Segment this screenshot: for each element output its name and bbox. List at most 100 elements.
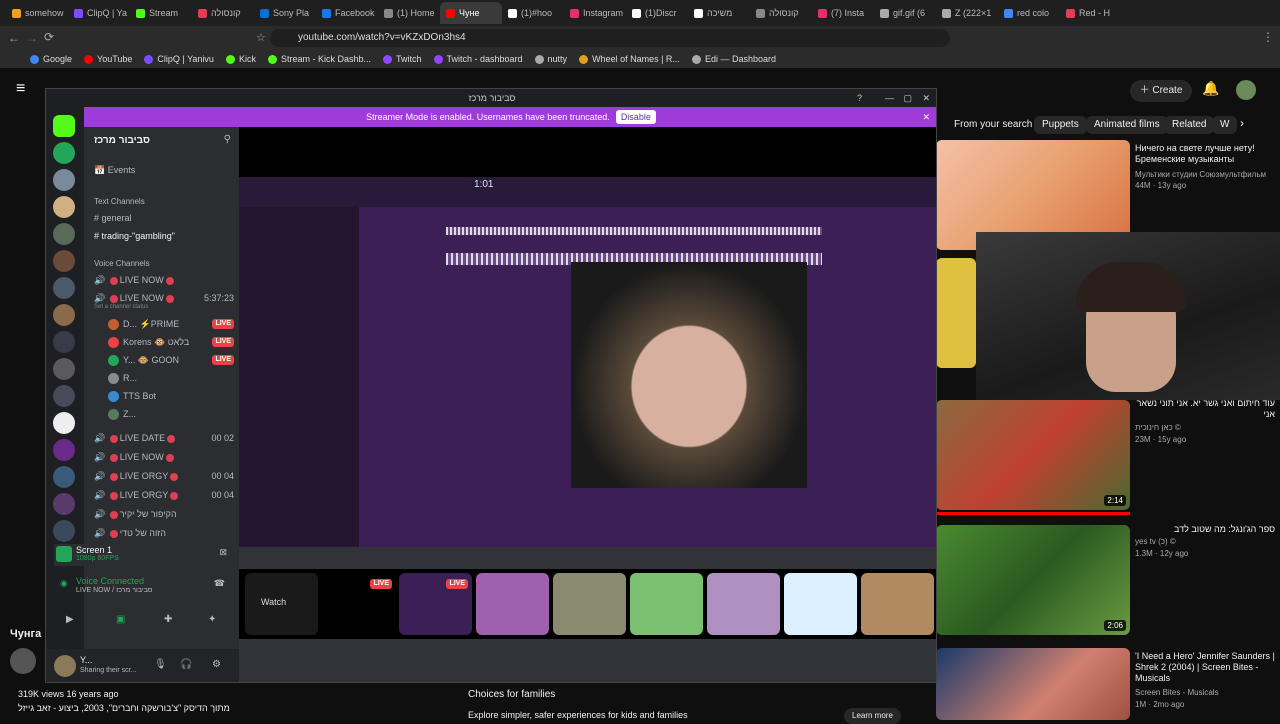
- voice-channel-sub[interactable]: LIVE NOW / סביבור מרכז: [76, 587, 152, 594]
- signal-icon[interactable]: ◉: [60, 578, 68, 589]
- voice-channel[interactable]: 🔊 LIVE NOW: [94, 275, 234, 286]
- server-icon[interactable]: [53, 115, 75, 137]
- voice-member[interactable]: Korens 🐵 בלאט LIVE: [108, 337, 234, 349]
- soundboard-icon[interactable]: ✦: [208, 614, 216, 625]
- close-window-icon[interactable]: ✕: [922, 89, 930, 107]
- hamburger-icon[interactable]: ≡: [16, 80, 25, 98]
- participant-tile[interactable]: [707, 573, 780, 635]
- watch-tile[interactable]: Watch: [245, 573, 318, 635]
- voice-channels-header[interactable]: Voice Channels: [94, 259, 150, 268]
- bookmark-icon[interactable]: ☆: [256, 31, 266, 44]
- voice-channel[interactable]: 🔊 הזוה של טדי: [94, 528, 234, 539]
- back-icon[interactable]: ←: [8, 31, 20, 45]
- bookmark-item[interactable]: Wheel of Names | R...: [579, 54, 680, 64]
- participant-tile[interactable]: LIVE: [323, 573, 396, 635]
- voice-member[interactable]: R...: [108, 373, 234, 385]
- browser-tab[interactable]: קונסולה: [192, 2, 254, 24]
- participant-tile[interactable]: [861, 573, 934, 635]
- channel-avatar[interactable]: [10, 648, 36, 674]
- bookmark-item[interactable]: nutty: [534, 54, 567, 64]
- filter-chip[interactable]: Related: [1164, 116, 1215, 134]
- events-link[interactable]: 📅 Events: [94, 165, 135, 176]
- voice-member[interactable]: Y... 🐵 GOON LIVE: [108, 355, 234, 367]
- server-icon[interactable]: [53, 277, 75, 299]
- channel-general[interactable]: # general: [94, 213, 132, 223]
- share-screen-icon[interactable]: ▣: [116, 614, 125, 625]
- participant-tile[interactable]: [630, 573, 703, 635]
- browser-tab[interactable]: Z (222×1: [936, 2, 998, 24]
- server-icon[interactable]: [53, 142, 75, 164]
- add-user-icon[interactable]: ⚲: [224, 134, 231, 145]
- learn-more-button[interactable]: Learn more: [844, 708, 901, 724]
- browser-tab[interactable]: Чуне: [440, 2, 502, 24]
- browser-tab[interactable]: (1)Discr: [626, 2, 688, 24]
- browser-tab[interactable]: somehow: [6, 2, 68, 24]
- voice-channel[interactable]: 🔊 LIVE NOW 5:37:23 Set a channel status: [94, 293, 234, 310]
- bookmark-item[interactable]: Twitch: [382, 54, 422, 64]
- filter-chip[interactable]: Animated films: [1086, 116, 1168, 134]
- filter-chip[interactable]: From your search: [946, 116, 1040, 134]
- video-title[interactable]: 'I Need a Hero' Jennifer Saunders | Shre…: [1135, 651, 1275, 684]
- server-icon[interactable]: [53, 466, 75, 488]
- minimize-icon[interactable]: —: [885, 89, 894, 107]
- browser-tab[interactable]: Sony Pla: [254, 2, 316, 24]
- mic-icon[interactable]: 🎙: [154, 659, 167, 670]
- video-title[interactable]: ספר הג'ונגל: מה שטוב לדב: [1135, 524, 1275, 535]
- help-icon[interactable]: ?: [857, 89, 862, 107]
- browser-tab[interactable]: משיכה: [688, 2, 750, 24]
- video-title[interactable]: עוד חיתום ואני גשר יא. אני תוני נשאר אני: [1135, 398, 1275, 420]
- chevron-right-icon[interactable]: ›: [1240, 116, 1244, 130]
- server-icon[interactable]: [53, 169, 75, 191]
- stop-stream-icon[interactable]: ⊠: [219, 547, 227, 558]
- headphones-icon[interactable]: 🎧: [180, 659, 192, 670]
- video-thumbnail[interactable]: 2:14: [936, 400, 1130, 510]
- url-input[interactable]: youtube.com/watch?v=vKZxDOn3hs4: [270, 29, 950, 47]
- bookmark-item[interactable]: Stream - Kick Dashb...: [267, 54, 371, 64]
- bookmark-item[interactable]: Twitch - dashboard: [433, 54, 523, 64]
- server-icon[interactable]: [53, 358, 75, 380]
- server-icon[interactable]: [53, 520, 75, 542]
- voice-channel[interactable]: 🔊 LIVE ORGY 00 04: [94, 490, 234, 501]
- menu-icon[interactable]: ⋮: [1262, 30, 1274, 44]
- bookmark-item[interactable]: ClipQ | Yanivu: [144, 54, 214, 64]
- filter-chip[interactable]: W: [1212, 116, 1238, 134]
- voice-channel[interactable]: 🔊 LIVE ORGY 00 04: [94, 471, 234, 482]
- browser-tab[interactable]: Facebook: [316, 2, 378, 24]
- participant-tile[interactable]: [476, 573, 549, 635]
- participant-tile[interactable]: [784, 573, 857, 635]
- channel-status[interactable]: Set a channel status: [94, 304, 234, 310]
- browser-tab[interactable]: (7) Insta: [812, 2, 874, 24]
- voice-channel[interactable]: 🔊 LIVE DATE 00 02: [94, 433, 234, 444]
- bell-icon[interactable]: 🔔: [1202, 80, 1219, 97]
- video-title[interactable]: Ничего на свете лучше нету! Бременские м…: [1135, 143, 1275, 165]
- video-thumbnail[interactable]: [936, 258, 976, 368]
- bookmark-item[interactable]: YouTube: [84, 54, 132, 64]
- browser-tab[interactable]: Stream: [130, 2, 192, 24]
- activity-icon[interactable]: ✚: [164, 614, 172, 625]
- browser-tab[interactable]: ClipQ | Ya: [68, 2, 130, 24]
- camera-icon[interactable]: ▶: [66, 614, 74, 625]
- browser-tab[interactable]: Instagram: [564, 2, 626, 24]
- server-icon[interactable]: [53, 223, 75, 245]
- server-icon[interactable]: [53, 385, 75, 407]
- close-icon[interactable]: ✕: [922, 107, 930, 127]
- disconnect-icon[interactable]: ☎: [214, 578, 225, 589]
- server-name[interactable]: סביבור מרכז: [94, 135, 150, 146]
- voice-channel[interactable]: 🔊 LIVE NOW: [94, 452, 234, 463]
- bookmark-item[interactable]: Google: [30, 54, 72, 64]
- settings-icon[interactable]: ⚙: [212, 659, 221, 670]
- bookmark-item[interactable]: Edi — Dashboard: [691, 54, 776, 64]
- forward-icon[interactable]: →: [26, 31, 38, 45]
- video-thumbnail[interactable]: [936, 648, 1130, 720]
- avatar[interactable]: [1236, 80, 1256, 100]
- server-icon[interactable]: [53, 331, 75, 353]
- browser-tab[interactable]: red colo: [998, 2, 1060, 24]
- filter-chip[interactable]: Puppets: [1034, 116, 1087, 134]
- avatar[interactable]: [54, 655, 76, 677]
- text-channels-header[interactable]: Text Channels: [94, 197, 145, 206]
- reload-icon[interactable]: ⟳: [44, 30, 54, 44]
- voice-member[interactable]: Z...: [108, 409, 234, 421]
- maximize-icon[interactable]: ▢: [903, 89, 912, 107]
- disable-button[interactable]: Disable: [615, 110, 656, 124]
- participant-tile[interactable]: LIVE: [399, 573, 472, 635]
